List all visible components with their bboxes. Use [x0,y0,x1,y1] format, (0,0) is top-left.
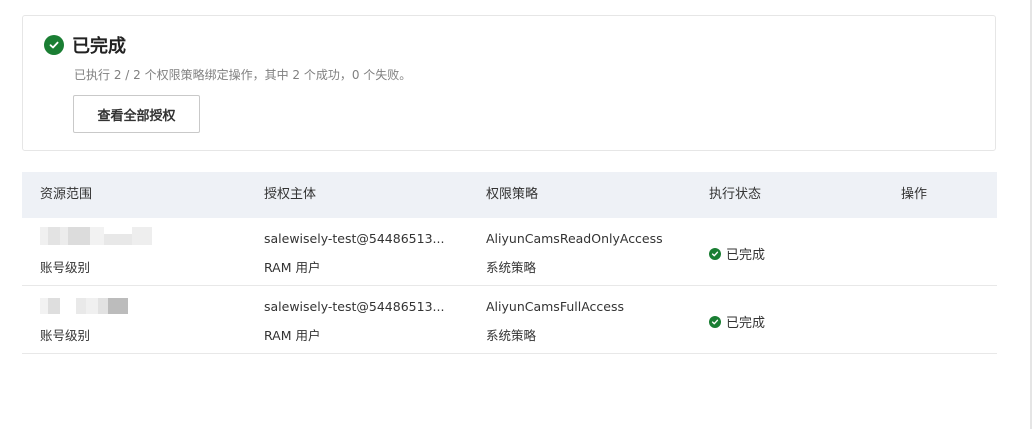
header-status: 执行状态 [709,187,762,202]
principal-type: RAM 用户 [264,328,321,343]
policy-name: AliyunCamsReadOnlyAccess [486,231,663,246]
principal-type: RAM 用户 [264,260,321,275]
table-header: 资源范围 授权主体 权限策略 执行状态 操作 [22,172,997,218]
table-row: 账号级别 salewisely-test@54486513... RAM 用户 … [22,218,997,286]
check-circle-small-icon [709,315,721,328]
result-summary: 已执行 2 / 2 个权限策略绑定操作，其中 2 个成功，0 个失败。 [74,68,412,82]
check-circle-small-icon [709,247,721,260]
header-resource-scope: 资源范围 [40,187,93,202]
principal-name: salewisely-test@54486513... [264,231,445,246]
header-policy: 权限策略 [486,187,539,202]
row-status-label: 已完成 [726,248,766,263]
status-row: 已完成 [44,32,126,58]
header-principal: 授权主体 [264,187,317,202]
status-title: 已完成 [72,36,126,57]
view-all-authorizations-button[interactable]: 查看全部授权 [73,95,200,133]
table-row: 账号级别 salewisely-test@54486513... RAM 用户 … [22,286,997,354]
redacted-resource-id [40,227,152,245]
result-card: 已完成 已执行 2 / 2 个权限策略绑定操作，其中 2 个成功，0 个失败。 … [22,15,996,151]
principal-name: salewisely-test@54486513... [264,299,445,314]
header-actions: 操作 [901,187,928,202]
redacted-resource-id [40,298,128,314]
row-status: 已完成 [709,244,765,263]
scope-level: 账号级别 [40,328,91,343]
authorization-table: 资源范围 授权主体 权限策略 执行状态 操作 账号级别 salewisely-t… [22,172,997,354]
policy-type: 系统策略 [486,328,537,343]
policy-name: AliyunCamsFullAccess [486,299,624,314]
check-circle-icon [44,35,64,55]
scope-level: 账号级别 [40,260,91,275]
policy-type: 系统策略 [486,260,537,275]
authorization-result-page: 已完成 已执行 2 / 2 个权限策略绑定操作，其中 2 个成功，0 个失败。 … [0,0,1032,429]
row-status: 已完成 [709,312,765,331]
row-status-label: 已完成 [726,316,766,331]
